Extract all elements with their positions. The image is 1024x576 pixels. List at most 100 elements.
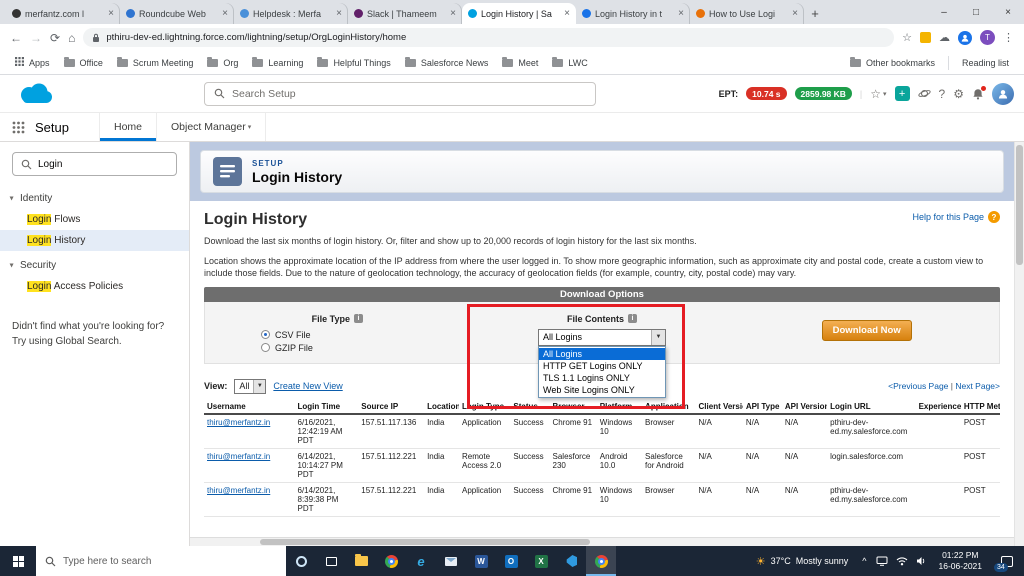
next-page-link[interactable]: Next Page> (955, 381, 1000, 391)
outlook-icon[interactable]: O (496, 546, 526, 576)
chrome-icon[interactable] (376, 546, 406, 576)
forward-icon[interactable]: → (30, 31, 42, 45)
bookmark-item[interactable]: Meet (495, 51, 545, 74)
browser-tab[interactable]: Roundcube Web× (120, 3, 234, 24)
back-icon[interactable]: ← (10, 31, 22, 45)
help-question-icon[interactable]: ? (988, 211, 1000, 223)
task-view-icon[interactable] (316, 546, 346, 576)
radio-gzip-control[interactable] (261, 343, 270, 352)
new-tab-button[interactable]: + (804, 3, 826, 24)
column-header[interactable]: Application (642, 400, 695, 414)
radio-csv-control[interactable] (261, 330, 270, 339)
browser-tab[interactable]: Login History in t× (576, 3, 690, 24)
setup-search-input[interactable]: Search Setup (204, 82, 596, 106)
browser-tab[interactable]: How to Use Logi× (690, 3, 804, 24)
wifi-icon[interactable] (892, 556, 912, 566)
column-header[interactable]: Source IP (358, 400, 424, 414)
browser-tab[interactable]: Slack | Thameem× (348, 3, 462, 24)
vertical-scrollbar-thumb[interactable] (1016, 145, 1023, 265)
edge-icon[interactable]: e (406, 546, 436, 576)
excel-icon[interactable]: X (526, 546, 556, 576)
column-header[interactable]: Platform (597, 400, 642, 414)
cloud-extension-icon[interactable]: ☁ (939, 31, 950, 44)
chrome-active-icon[interactable] (586, 546, 616, 576)
app-launcher-icon[interactable] (12, 121, 25, 134)
horizontal-scrollbar-thumb[interactable] (260, 539, 590, 545)
tab-close-icon[interactable]: × (222, 8, 228, 19)
monitor-icon[interactable] (872, 556, 892, 566)
column-header[interactable]: API Type (743, 400, 782, 414)
username-link[interactable]: thiru@merfantz.in (204, 448, 295, 482)
browser-tab[interactable]: merfantz.com l× (6, 3, 120, 24)
column-header[interactable]: Location (424, 400, 459, 414)
username-link[interactable]: thiru@merfantz.in (204, 414, 295, 449)
column-header[interactable]: Login URL (827, 400, 915, 414)
window-close-button[interactable]: × (992, 0, 1024, 24)
user-avatar[interactable] (992, 83, 1014, 105)
word-icon[interactable]: W (466, 546, 496, 576)
url-field[interactable]: pthiru-dev-ed.lightning.force.com/lightn… (83, 28, 894, 47)
column-header[interactable]: Login Type (459, 400, 510, 414)
column-header[interactable]: Client Version (696, 400, 743, 414)
column-header[interactable]: Status (510, 400, 549, 414)
orbit-icon[interactable] (918, 87, 931, 100)
add-icon[interactable]: + (895, 86, 910, 101)
create-new-view-link[interactable]: Create New View (273, 381, 342, 391)
bookmark-item[interactable]: Org (200, 51, 245, 74)
tab-close-icon[interactable]: × (792, 8, 798, 19)
column-header[interactable]: Browser (550, 400, 597, 414)
tab-close-icon[interactable]: × (450, 8, 456, 19)
volume-icon[interactable] (912, 556, 931, 566)
reload-icon[interactable]: ⟳ (50, 31, 60, 45)
username-link[interactable]: thiru@merfantz.in (204, 482, 295, 516)
info-icon[interactable]: i (628, 314, 637, 323)
mail-icon[interactable] (436, 546, 466, 576)
column-header[interactable]: HTTP Meth (961, 400, 1000, 414)
cortana-icon[interactable] (286, 546, 316, 576)
sidebar-item[interactable]: Login Flows (0, 209, 189, 230)
extension-icon[interactable] (920, 32, 931, 43)
action-center-button[interactable]: 34 (990, 546, 1024, 576)
browser-menu-icon[interactable]: ⋮ (1003, 31, 1014, 44)
bookmark-item[interactable]: LWC (545, 51, 594, 74)
home-icon[interactable]: ⌂ (68, 31, 75, 45)
column-header[interactable]: Username (204, 400, 295, 414)
sidebar-item[interactable]: Login Access Policies (0, 276, 189, 297)
column-header[interactable]: API Version (782, 400, 827, 414)
radio-csv[interactable]: CSV File (261, 330, 470, 340)
tab-close-icon[interactable]: × (564, 8, 570, 19)
view-select[interactable]: All ▼ (234, 379, 266, 394)
taskbar-clock[interactable]: 01:22 PM 16-06-2021 (931, 550, 990, 572)
reading-list[interactable]: Reading list (955, 51, 1016, 74)
info-icon[interactable]: i (354, 314, 363, 323)
taskbar-weather[interactable]: ☀ 37°C Mostly sunny (747, 555, 858, 568)
tab-close-icon[interactable]: × (336, 8, 342, 19)
browser-tab[interactable]: Login History | Sa× (462, 3, 576, 24)
help-icon[interactable]: ? (939, 87, 946, 101)
profile-person-icon[interactable] (958, 31, 972, 45)
download-now-button[interactable]: Download Now (822, 320, 912, 341)
radio-gzip[interactable]: GZIP File (261, 343, 470, 353)
dropdown-option[interactable]: HTTP GET Logins ONLY (539, 360, 665, 372)
help-link[interactable]: Help for this Page (912, 212, 984, 222)
file-explorer-icon[interactable] (346, 546, 376, 576)
tab-home[interactable]: Home (99, 113, 156, 141)
tab-close-icon[interactable]: × (108, 8, 114, 19)
gear-icon[interactable]: ⚙ (953, 87, 964, 101)
other-bookmarks[interactable]: Other bookmarks (843, 51, 942, 74)
sidebar-section-header[interactable]: ▸Identity (0, 188, 189, 209)
window-maximize-button[interactable]: □ (960, 0, 992, 24)
bookmark-item[interactable]: Helpful Things (310, 51, 397, 74)
dropdown-option[interactable]: TLS 1.1 Logins ONLY (539, 372, 665, 384)
tab-object-manager[interactable]: Object Manager ▾ (156, 113, 266, 141)
notifications-bell-icon[interactable] (972, 88, 984, 100)
start-button[interactable] (0, 546, 36, 576)
column-header[interactable]: Login Time (295, 400, 359, 414)
dropdown-option[interactable]: Web Site Logins ONLY (539, 384, 665, 396)
favorites-star-icon[interactable]: ☆▾ (870, 87, 886, 101)
sidebar-section-header[interactable]: ▸Security (0, 255, 189, 276)
dropdown-option[interactable]: All Logins (539, 348, 665, 360)
bookmark-star-icon[interactable]: ☆ (902, 31, 912, 44)
bookmark-item[interactable]: Office (57, 51, 110, 74)
tab-close-icon[interactable]: × (678, 8, 684, 19)
